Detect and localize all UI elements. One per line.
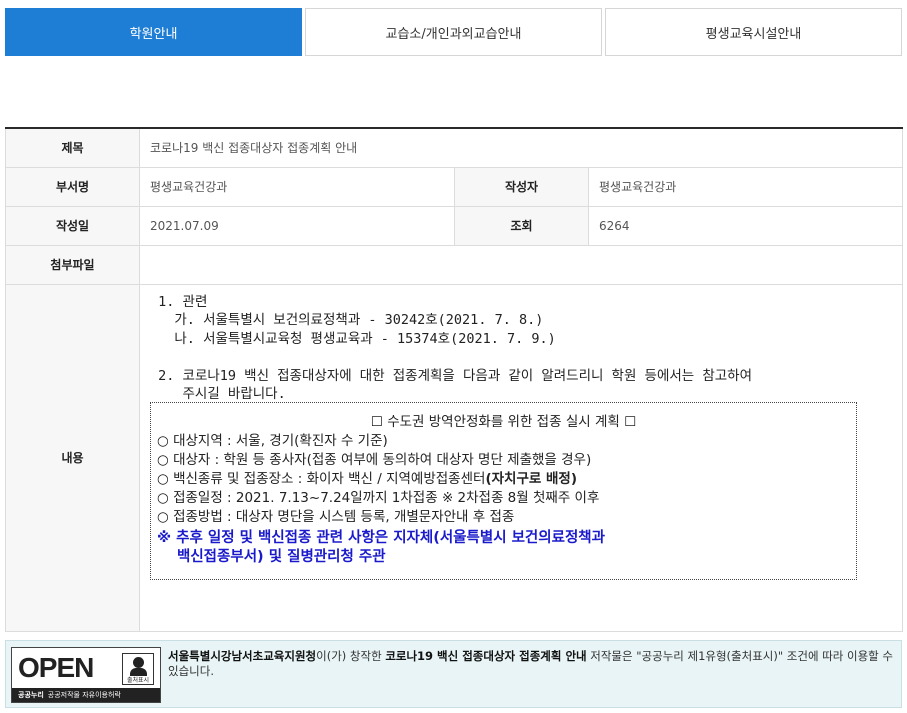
content-body: 1. 관련 가. 서울특별시 보건의료정책과 - 30242호(2021. 7.…	[138, 283, 904, 632]
author-label: 작성자	[454, 166, 589, 207]
kogl-desc: 공공저작물 자유이용허락	[47, 691, 121, 699]
row-attachment: 첨부파일	[5, 244, 904, 285]
open-logo-text: OPEN	[18, 652, 94, 683]
plan-item-emphasis: (자치구로 배정)	[485, 470, 578, 487]
notice-line: ※ 추후 일정 및 백신접종 관련 사항은 지자체(서울특별시 보건의료정책과	[157, 529, 605, 546]
content-line: 가. 서울특별시 보건의료정책과 - 30242호(2021. 7. 8.)	[150, 312, 544, 328]
notice-line: 백신접종부서) 및 질병관리청 주관	[177, 548, 386, 565]
content-line: 2. 코로나19 백신 접종대상자에 대한 접종계획을 다음과 같이 알려드리니…	[150, 367, 753, 384]
license-banner: OPEN 출처표시 공공누리 공공저작물 자유이용허락 서울특별시강남서초교육지원…	[5, 640, 902, 708]
plan-item: ○ 접종방법 : 대상자 명단을 시스템 등록, 개별문자안내 후 접종	[157, 508, 515, 525]
attachment-value	[138, 244, 904, 285]
dept-value: 평생교육건강과	[139, 166, 455, 207]
tab-tutoring-info[interactable]: 교습소/개인과외교습안내	[305, 8, 602, 56]
author-value: 평생교육건강과	[587, 166, 904, 207]
plan-item: ○ 대상자 : 학원 등 종사자(접종 여부에 동의하여 대상자 명단 제출했을…	[157, 451, 592, 468]
plan-item-text: ○ 백신종류 및 접종장소 : 화이자 백신 / 지역예방접종센터	[157, 470, 486, 487]
kogl-footer: 공공누리 공공저작물 자유이용허락	[12, 688, 160, 702]
row-title: 제목 코로나19 백신 접종대상자 접종계획 안내	[5, 127, 904, 168]
license-work: 코로나19 백신 접종대상자 접종계획 안내	[385, 649, 587, 663]
plan-item: ○ 접종일정 : 2021. 7.13~7.24일까지 1차접종 ※ 2차접종 …	[157, 489, 600, 506]
views-value: 6264	[587, 205, 904, 246]
content-line: 1. 관련	[150, 293, 208, 310]
dept-label: 부서명	[5, 166, 140, 207]
content-line	[150, 348, 892, 367]
content-label: 내용	[5, 283, 140, 632]
attribution-icon: 출처표시	[122, 653, 154, 685]
plan-item: ○ 백신종류 및 접종장소 : 화이자 백신 / 지역예방접종센터(자치구로 배…	[157, 470, 850, 489]
content-line: 나. 서울특별시교육청 평생교육과 - 15374호(2021. 7. 9.)	[150, 330, 556, 347]
license-text: 서울특별시강남서초교육지원청이(가) 창작한 코로나19 백신 접종대상자 접종…	[168, 649, 898, 679]
vaccination-plan-box: ☐ 수도권 방역안정화를 위한 접종 실시 계획 ☐ ○ 대상지역 : 서울, …	[150, 401, 857, 580]
license-text-part: 이(가) 창작한	[316, 649, 386, 663]
views-label: 조회	[454, 205, 589, 246]
license-org: 서울특별시강남서초교육지원청	[168, 649, 317, 663]
title-label: 제목	[5, 127, 140, 168]
attachment-label: 첨부파일	[5, 244, 140, 285]
kogl-logo: OPEN 출처표시 공공누리 공공저작물 자유이용허락	[11, 647, 161, 703]
tab-bar: 학원안내 교습소/개인과외교습안내 평생교육시설안내	[5, 8, 902, 56]
date-label: 작성일	[5, 205, 140, 246]
tab-lifelong-education[interactable]: 평생교육시설안내	[605, 8, 902, 56]
row-content: 내용 1. 관련 가. 서울특별시 보건의료정책과 - 30242호(2021.…	[5, 283, 904, 632]
kogl-name: 공공누리	[18, 691, 44, 699]
post-detail-table: 제목 코로나19 백신 접종대상자 접종계획 안내 부서명 평생교육건강과 작성…	[5, 127, 904, 632]
row-date: 작성일 2021.07.09 조회 6264	[5, 205, 904, 246]
attribution-label: 출처표시	[126, 677, 150, 684]
plan-title: ☐ 수도권 방역안정화를 위한 접종 실시 계획 ☐	[370, 413, 637, 430]
post-title: 코로나19 백신 접종대상자 접종계획 안내	[138, 127, 904, 168]
plan-notice: ※ 추후 일정 및 백신접종 관련 사항은 지자체(서울특별시 보건의료정책과 …	[157, 529, 850, 567]
tab-academy-info[interactable]: 학원안내	[5, 8, 302, 56]
row-dept: 부서명 평생교육건강과 작성자 평생교육건강과	[5, 166, 904, 207]
date-value: 2021.07.09	[139, 205, 455, 246]
plan-item: ○ 대상지역 : 서울, 경기(확진자 수 기준)	[157, 432, 388, 449]
